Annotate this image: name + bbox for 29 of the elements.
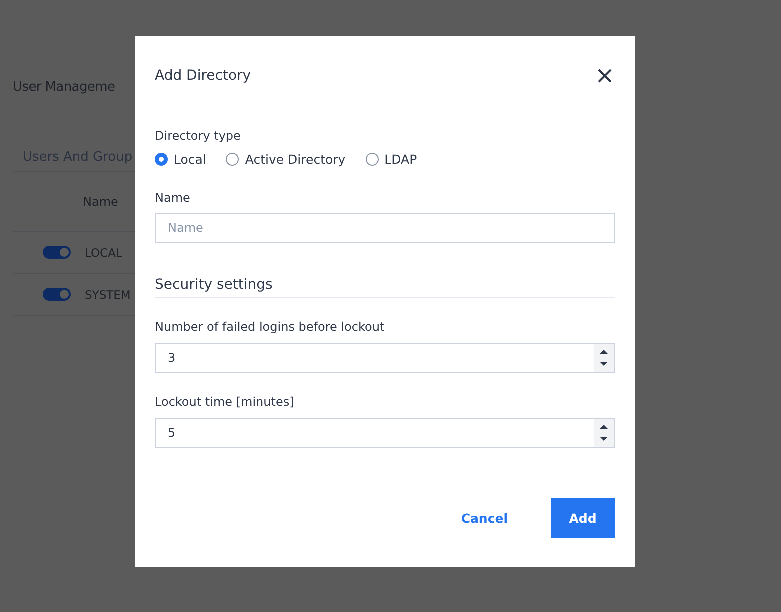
table-cell: SYSTEM <box>85 288 131 302</box>
field-label: Lockout time [minutes] <box>155 395 296 409</box>
name-input-field[interactable]: Name <box>155 213 615 243</box>
field-label: Directory type <box>155 129 242 143</box>
dialog-title: Add Directory <box>155 68 252 84</box>
toggle-switch[interactable] <box>43 246 71 259</box>
radio-button[interactable] <box>155 153 168 166</box>
number-input-field[interactable]: 5 <box>155 418 615 448</box>
radio-option[interactable]: Active Directory <box>226 152 346 167</box>
spinner-icon[interactable] <box>594 419 614 447</box>
radio-label: LDAP <box>384 152 418 167</box>
radio-label: Local <box>174 152 206 167</box>
number-input-field[interactable]: 3 <box>155 343 615 373</box>
radio-option[interactable]: Local <box>155 152 206 167</box>
section-heading: Security settings <box>155 277 615 298</box>
close-icon <box>598 69 612 83</box>
toggle-switch[interactable] <box>43 288 71 301</box>
cancel-button[interactable]: Cancel <box>453 504 516 532</box>
radio-option[interactable]: LDAP <box>366 152 418 167</box>
add-button[interactable]: Add <box>551 498 615 538</box>
page-title: User Manageme <box>13 80 116 97</box>
table-cell: LOCAL <box>85 246 122 260</box>
radio-label: Active Directory <box>245 152 346 167</box>
field-label: Name <box>155 191 192 205</box>
radio-button[interactable] <box>366 153 379 166</box>
field-label: Number of failed logins before lockout <box>155 320 386 334</box>
column-header: Name <box>83 194 118 208</box>
spinner-icon[interactable] <box>594 344 614 372</box>
radio-button[interactable] <box>226 153 240 166</box>
